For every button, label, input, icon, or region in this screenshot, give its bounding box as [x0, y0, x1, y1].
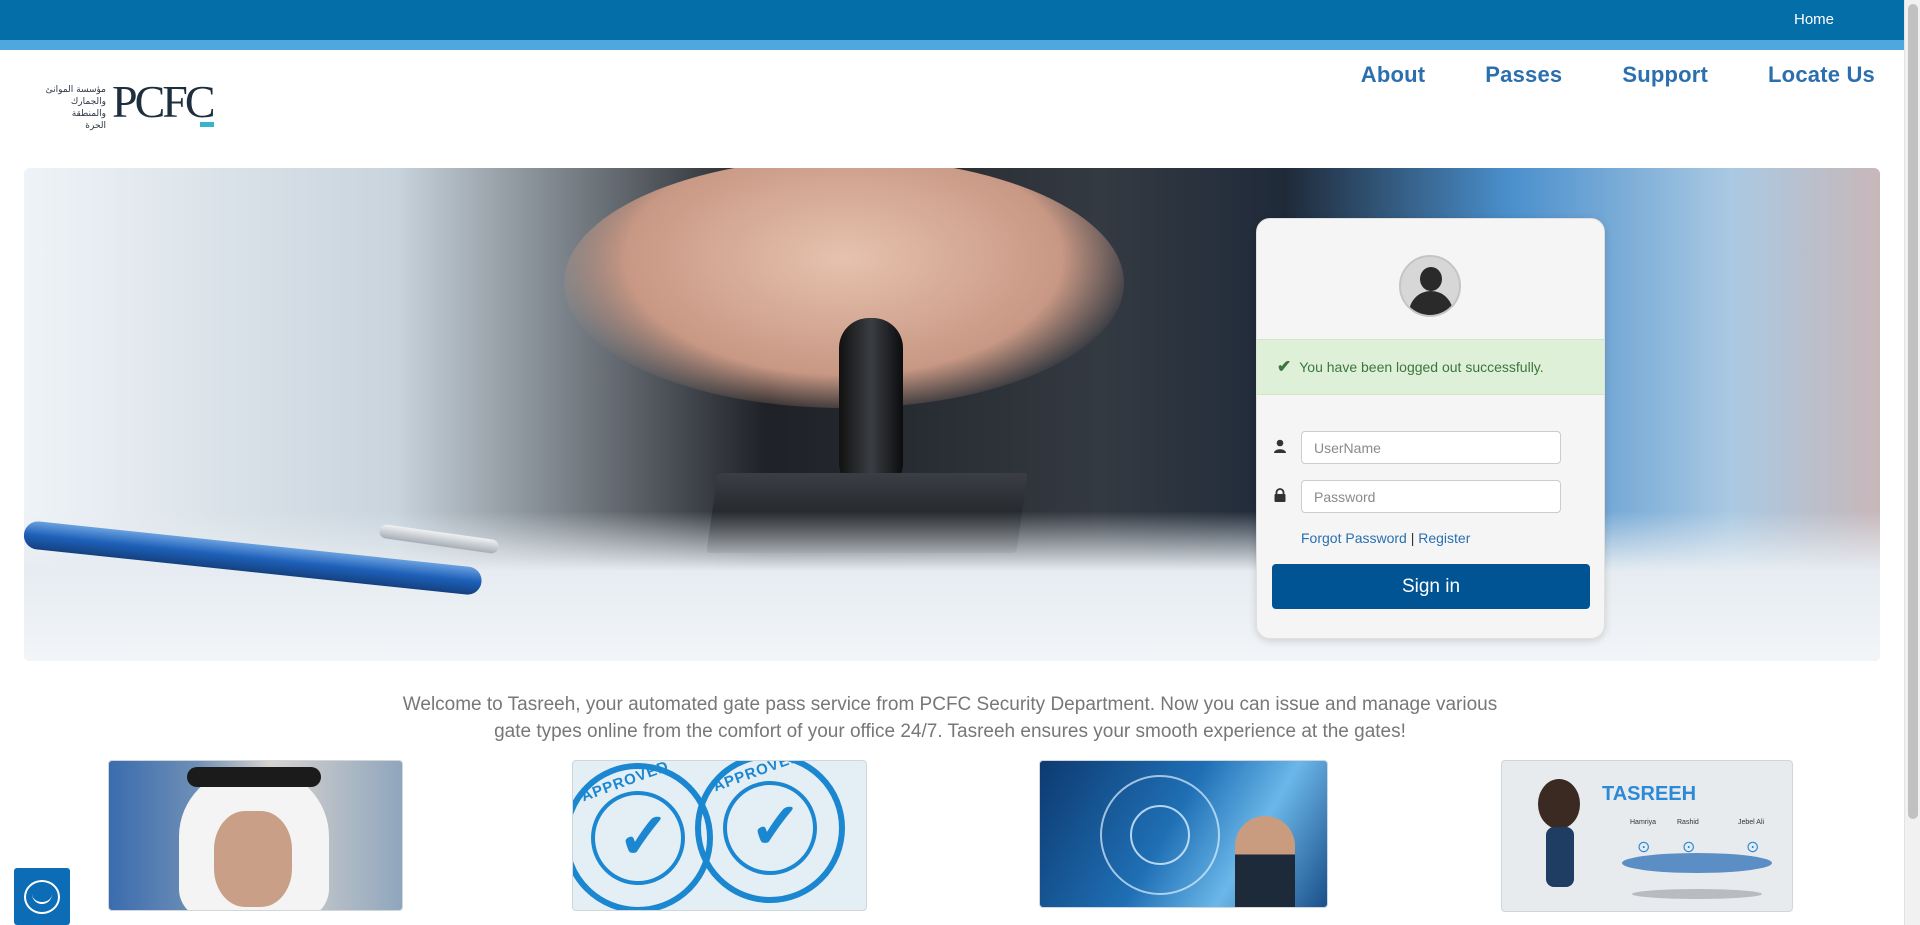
approved-seal-icon: ✓ APPROVED	[695, 761, 845, 903]
user-avatar-icon	[1399, 255, 1461, 317]
welcome-text: Welcome to Tasreeh, your automated gate …	[380, 691, 1520, 745]
pcfc-logo[interactable]: مؤسسة الموانئ والجمارك والمنطقة الحرة PC…	[34, 76, 234, 132]
top-bar: Home	[0, 0, 1904, 40]
sign-in-button[interactable]: Sign in	[1272, 564, 1590, 609]
home-link[interactable]: Home	[1794, 11, 1834, 28]
map-pin-icon: ⊙	[1637, 839, 1651, 856]
password-input[interactable]	[1301, 480, 1561, 513]
logo-wordmark: PCFC	[112, 76, 216, 127]
tile-approved-image[interactable]: ✓ APPROVED ✓ APPROVED	[572, 760, 867, 911]
tile-message-image[interactable]	[108, 760, 403, 911]
chat-widget-button[interactable]	[14, 868, 70, 925]
scrollbar-thumb[interactable]	[1908, 4, 1918, 819]
nav-locate-us[interactable]: Locate Us	[1768, 62, 1875, 88]
hero-stamp-handle	[839, 318, 903, 493]
nav-about[interactable]: About	[1361, 62, 1426, 88]
place-label: Hamriya	[1630, 819, 1657, 826]
top-bar-stripe	[0, 40, 1904, 50]
tile-tasreeh-image[interactable]: TASREEH Hamriya Rashid Jebel Ali ⊙ ⊙ ⊙	[1501, 760, 1793, 912]
place-label: Jebel Ali	[1738, 819, 1765, 826]
page-scrollbar[interactable]	[1904, 0, 1920, 925]
nav-passes[interactable]: Passes	[1485, 62, 1562, 88]
username-input[interactable]	[1301, 431, 1561, 464]
approved-seal-icon: ✓ APPROVED	[573, 761, 713, 910]
tile-support-image[interactable]	[1039, 760, 1328, 908]
forgot-password-link[interactable]: Forgot Password	[1301, 530, 1407, 546]
map-pin-icon: ⊙	[1746, 839, 1760, 856]
nav-support[interactable]: Support	[1622, 62, 1708, 88]
register-link[interactable]: Register	[1418, 530, 1470, 546]
welcome-line-2: gate types online from the comfort of yo…	[494, 721, 1406, 742]
password-row	[1271, 480, 1571, 514]
main-nav: About Passes Support Locate Us	[1301, 62, 1875, 88]
check-icon: ✔	[1277, 357, 1292, 376]
place-label: Rashid	[1677, 819, 1699, 826]
login-card: ✔ You have been logged out successfully.…	[1256, 218, 1605, 639]
welcome-line-1: Welcome to Tasreeh, your automated gate …	[402, 694, 1498, 715]
links-separator: |	[1410, 530, 1415, 546]
alert-message: You have been logged out successfully.	[1299, 359, 1544, 375]
logo-arabic-text: مؤسسة الموانئ والجمارك والمنطقة الحرة	[45, 85, 106, 131]
username-row	[1271, 431, 1571, 465]
tasreeh-label: TASREEH	[1602, 783, 1697, 805]
auth-links: Forgot Password | Register	[1301, 530, 1470, 546]
user-icon	[1273, 439, 1287, 455]
lock-icon	[1273, 488, 1287, 504]
logout-success-alert: ✔ You have been logged out successfully.	[1257, 339, 1604, 395]
